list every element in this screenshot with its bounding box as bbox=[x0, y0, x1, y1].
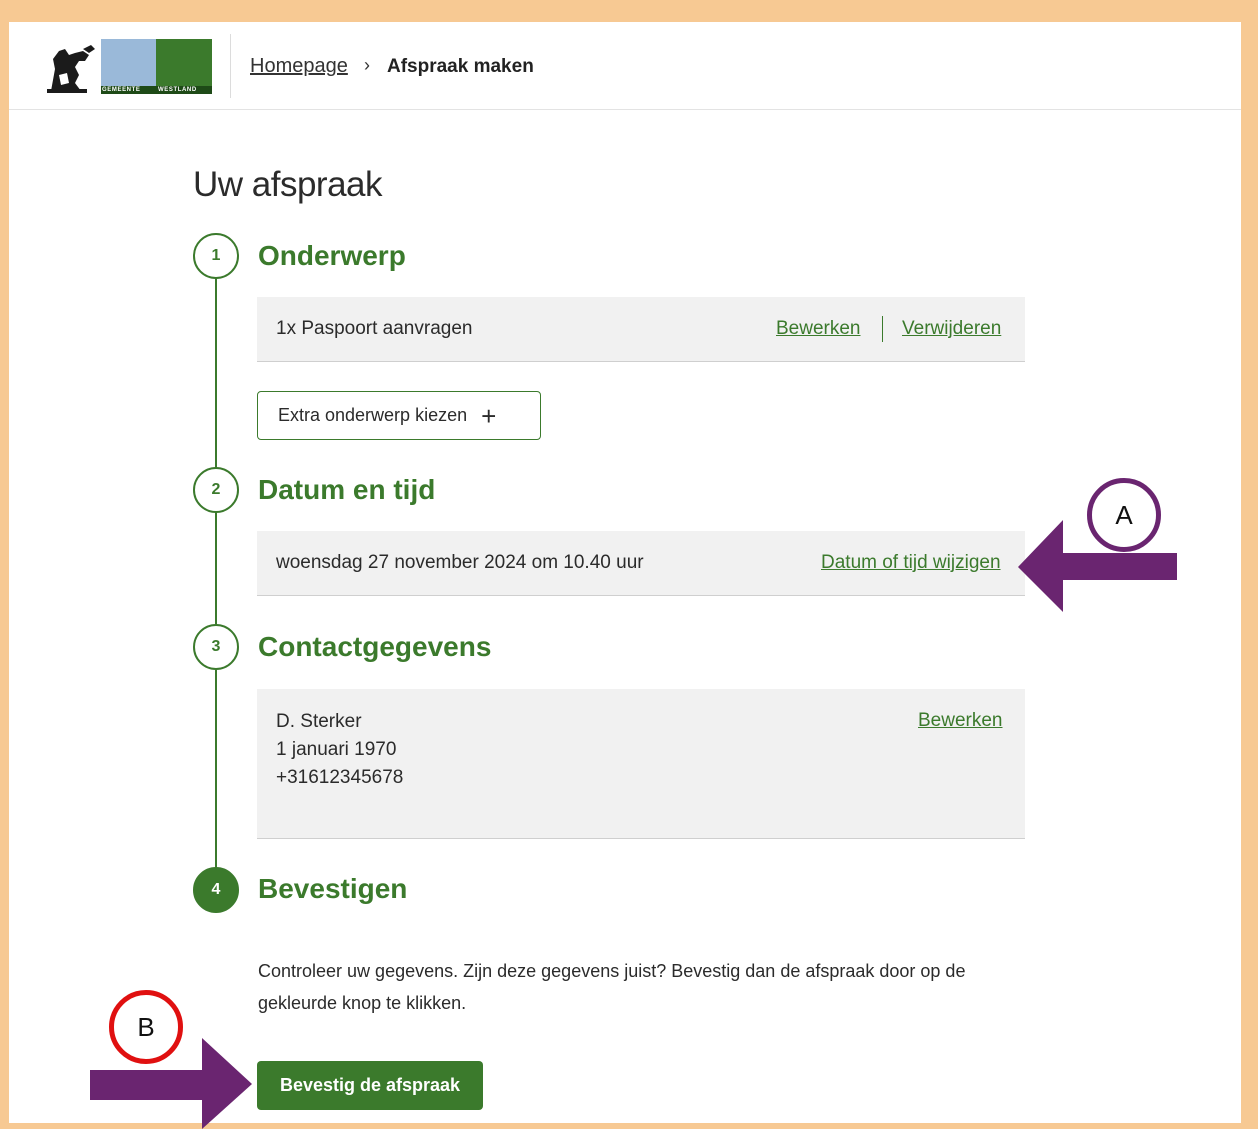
breadcrumb-current: Afspraak maken bbox=[387, 56, 534, 77]
add-subject-label: Extra onderwerp kiezen bbox=[278, 405, 468, 425]
step-2-title: Datum en tijd bbox=[258, 474, 436, 505]
stepper-line-1 bbox=[215, 278, 217, 468]
datetime-panel: woensdag 27 november 2024 om 10.40 uur D… bbox=[257, 531, 1025, 596]
stepper-line-3 bbox=[215, 670, 217, 870]
page-title: Uw afspraak bbox=[193, 165, 383, 204]
step-3-title: Contactgegevens bbox=[258, 631, 492, 662]
step-4-title: Bevestigen bbox=[258, 873, 408, 904]
contact-name: D. Sterker bbox=[276, 711, 362, 732]
subject-panel: 1x Paspoort aanvragen Bewerken Verwijder… bbox=[257, 297, 1025, 362]
plus-icon: + bbox=[481, 400, 497, 431]
subject-edit-link[interactable]: Bewerken bbox=[776, 318, 861, 340]
subject-item: 1x Paspoort aanvragen bbox=[276, 318, 473, 339]
site-header: GEMEENTE WESTLAND Homepage › Afspraak ma… bbox=[9, 22, 1241, 110]
datetime-value: woensdag 27 november 2024 om 10.40 uur bbox=[276, 552, 644, 573]
breadcrumb-chevron-icon: › bbox=[364, 55, 370, 75]
link-separator bbox=[882, 316, 883, 342]
step-3-circle: 3 bbox=[193, 624, 239, 670]
contact-birthdate: 1 januari 1970 bbox=[276, 739, 397, 760]
logo-text-westland: WESTLAND bbox=[158, 87, 197, 93]
annotation-marker-b: B bbox=[109, 990, 183, 1064]
header-divider bbox=[230, 34, 231, 98]
step-1-circle: 1 bbox=[193, 233, 239, 279]
step-4-circle: 4 bbox=[193, 867, 239, 913]
change-datetime-link[interactable]: Datum of tijd wijzigen bbox=[821, 552, 1001, 574]
step-1-title: Onderwerp bbox=[258, 240, 406, 271]
step-2-circle: 2 bbox=[193, 467, 239, 513]
confirm-appointment-button[interactable]: Bevestig de afspraak bbox=[257, 1061, 483, 1110]
breadcrumb-home-link[interactable]: Homepage bbox=[250, 55, 348, 78]
confirm-instructions: Controleer uw gegevens. Zijn deze gegeve… bbox=[258, 961, 966, 1013]
logo-text-gemeente: GEMEENTE bbox=[102, 87, 141, 93]
subject-remove-link[interactable]: Verwijderen bbox=[902, 318, 1001, 340]
add-subject-button[interactable]: Extra onderwerp kiezen + bbox=[257, 391, 541, 440]
contact-phone: +31612345678 bbox=[276, 767, 404, 788]
page-frame: GEMEENTE WESTLAND Homepage › Afspraak ma… bbox=[9, 22, 1241, 1123]
contact-edit-link[interactable]: Bewerken bbox=[918, 710, 1003, 732]
statue-icon bbox=[45, 39, 101, 94]
gemeente-westland-logo[interactable]: GEMEENTE WESTLAND bbox=[45, 39, 212, 94]
annotation-marker-a: A bbox=[1087, 478, 1161, 552]
contact-panel: D. Sterker 1 januari 1970 +31612345678 B… bbox=[257, 689, 1025, 839]
stepper-line-2 bbox=[215, 512, 217, 624]
